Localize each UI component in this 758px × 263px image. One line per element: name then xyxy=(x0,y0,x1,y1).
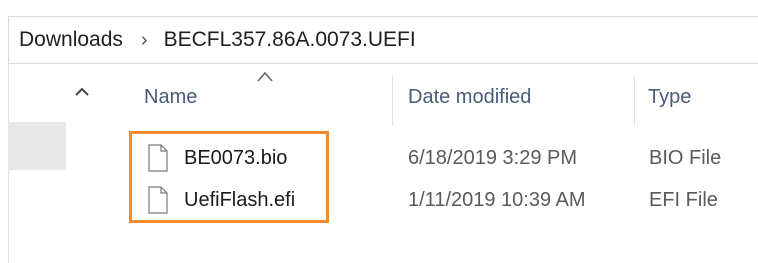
column-divider[interactable] xyxy=(392,76,393,126)
nav-pane-selected-item[interactable] xyxy=(8,122,66,170)
file-explorer-window: Downloads › BECFL357.86A.0073.UEFI Name … xyxy=(0,0,758,263)
column-header-name[interactable]: Name xyxy=(144,86,197,109)
window-top-strip xyxy=(0,0,758,16)
address-bar[interactable]: Downloads › BECFL357.86A.0073.UEFI xyxy=(8,16,758,64)
breadcrumb-current-folder[interactable]: BECFL357.86A.0073.UEFI xyxy=(164,28,416,52)
file-name: BE0073.bio xyxy=(184,147,288,169)
column-header-type[interactable]: Type xyxy=(648,86,691,109)
file-date-modified: 1/11/2019 10:39 AM xyxy=(408,189,586,211)
file-type: BIO File xyxy=(649,147,722,169)
breadcrumb-separator-icon[interactable]: › xyxy=(141,29,148,52)
file-type: EFI File xyxy=(649,189,718,211)
file-date-modified: 6/18/2019 3:29 PM xyxy=(408,147,578,169)
file-row[interactable]: BE0073.bio 6/18/2019 3:29 PM BIO File xyxy=(140,141,758,179)
file-icon xyxy=(148,144,168,172)
sort-ascending-icon xyxy=(257,71,273,82)
breadcrumb-downloads[interactable]: Downloads xyxy=(19,28,123,52)
file-name: UefiFlash.efi xyxy=(184,189,296,211)
column-header-date-modified[interactable]: Date modified xyxy=(408,86,531,109)
column-divider[interactable] xyxy=(634,76,635,126)
file-row[interactable]: UefiFlash.efi 1/11/2019 10:39 AM EFI Fil… xyxy=(140,183,758,221)
scroll-up-arrow-icon[interactable] xyxy=(72,82,92,102)
file-icon xyxy=(148,186,168,214)
